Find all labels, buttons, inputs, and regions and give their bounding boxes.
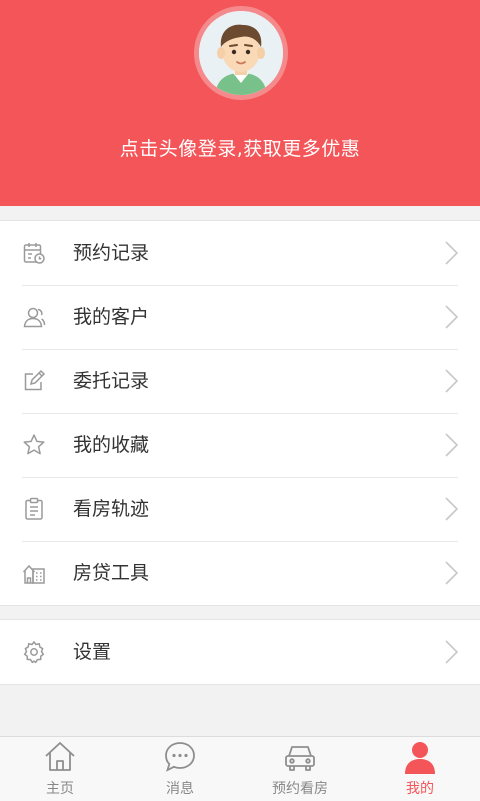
clipboard-icon (25, 497, 43, 520)
building-icon (22, 564, 45, 584)
star-icon (23, 434, 45, 455)
menu-item-label: 我的收藏 (73, 434, 150, 456)
chevron-right-icon (445, 241, 459, 265)
tab-mine[interactable]: 我的 (360, 737, 480, 801)
menu-item-settings[interactable]: 设置 (0, 620, 480, 684)
menu-item-favorites[interactable]: 我的收藏 (0, 413, 480, 477)
menu-item-viewing-history[interactable]: 看房轨迹 (0, 477, 480, 541)
menu-item-entrust-records[interactable]: 委托记录 (0, 349, 480, 413)
menu-item-label: 预约记录 (73, 242, 150, 264)
tab-messages[interactable]: 消息 (120, 737, 240, 801)
chevron-right-icon (445, 561, 459, 585)
calendar-clock-icon (23, 243, 45, 264)
tab-label: 预约看房 (272, 781, 328, 797)
chevron-right-icon (445, 640, 459, 664)
person-icon (405, 742, 435, 774)
profile-header: 点击头像登录,获取更多优惠 (0, 0, 480, 206)
avatar-image (199, 11, 283, 95)
gear-icon (23, 640, 45, 664)
menu-item-label: 我的客户 (73, 306, 150, 328)
menu-item-label: 房贷工具 (73, 562, 150, 584)
menu-item-label: 委托记录 (73, 370, 150, 392)
chat-icon (165, 742, 195, 772)
menu-item-my-clients[interactable]: 我的客户 (0, 285, 480, 349)
menu-item-label: 设置 (73, 641, 112, 663)
chevron-right-icon (445, 497, 459, 521)
menu-item-appointment-records[interactable]: 预约记录 (0, 221, 480, 285)
chevron-right-icon (445, 369, 459, 393)
settings-group: 设置 (0, 619, 480, 685)
tab-label: 我的 (406, 781, 434, 797)
menu-list: 预约记录 我的客户 委托记录 我的收藏 看房轨迹 房贷工具 (0, 220, 480, 606)
car-icon (285, 746, 315, 771)
tab-book-viewing[interactable]: 预约看房 (240, 737, 360, 801)
menu-item-mortgage-tools[interactable]: 房贷工具 (0, 541, 480, 605)
tab-home[interactable]: 主页 (0, 737, 120, 801)
home-icon (45, 742, 75, 771)
login-hint-text[interactable]: 点击头像登录,获取更多优惠 (0, 134, 480, 161)
users-icon (23, 307, 46, 328)
chevron-right-icon (445, 305, 459, 329)
avatar-button[interactable] (194, 6, 288, 100)
tab-label: 主页 (46, 781, 74, 797)
tab-label: 消息 (166, 781, 194, 797)
menu-item-label: 看房轨迹 (73, 498, 150, 520)
bottom-tab-bar: 主页 消息 预约看房 我的 (0, 736, 480, 801)
edit-icon (24, 369, 46, 391)
chevron-right-icon (445, 433, 459, 457)
